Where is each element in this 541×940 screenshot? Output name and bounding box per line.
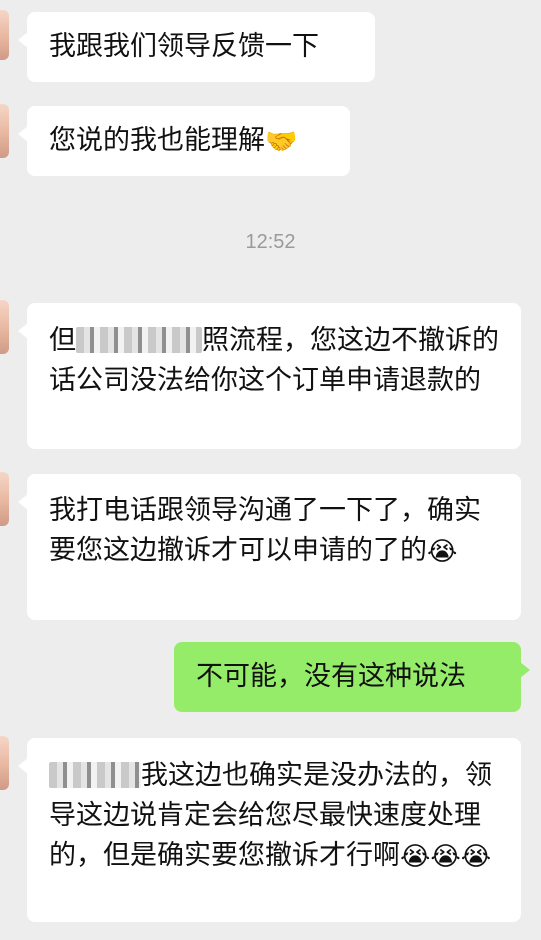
contact-avatar[interactable] <box>0 10 9 60</box>
chat-window: 我跟我们领导反馈一下 您说的我也能理解🤝 12:52 但照流程，您这边不撤诉的话… <box>0 0 541 940</box>
handshake-emoji-icon: 🤝 <box>265 126 298 157</box>
message-bubble-3[interactable]: 但照流程，您这边不撤诉的话公司没法给你这个订单申请退款的 <box>18 303 521 449</box>
message-bubble-2[interactable]: 您说的我也能理解🤝 <box>18 106 350 176</box>
message-text-2: 您说的我也能理解 <box>49 125 265 156</box>
redacted-name-block <box>49 761 141 788</box>
message-bubble-4[interactable]: 我打电话跟领导沟通了一下了，确实要您这边撤诉才可以申请的了的😭 <box>18 474 521 620</box>
contact-avatar[interactable] <box>0 300 9 354</box>
outgoing-message-text: 不可能，没有这种说法 <box>196 661 466 692</box>
message-text-3a: 但 <box>49 325 76 356</box>
message-text-4: 我打电话跟领导沟通了一下了，确实要您这边撤诉才可以申请的了的 <box>49 495 481 566</box>
contact-avatar[interactable] <box>0 104 9 158</box>
contact-avatar[interactable] <box>0 736 9 790</box>
message-bubble-6[interactable]: 我这边也确实是没办法的，领导这边说肯定会给您尽最快速度处理的，但是确实要您撤诉才… <box>18 738 521 922</box>
message-text-1: 我跟我们领导反馈一下 <box>49 31 319 62</box>
message-bubble-1[interactable]: 我跟我们领导反馈一下 <box>18 12 375 82</box>
crying-face-emoji-icon: 😭 <box>427 536 458 567</box>
redacted-text-block <box>76 326 202 353</box>
contact-avatar[interactable] <box>0 472 9 526</box>
three-crying-face-emoji-icons: 😭😭😭 <box>400 841 492 872</box>
outgoing-message-bubble[interactable]: 不可能，没有这种说法 <box>174 642 530 712</box>
message-timestamp: 12:52 <box>245 231 296 253</box>
